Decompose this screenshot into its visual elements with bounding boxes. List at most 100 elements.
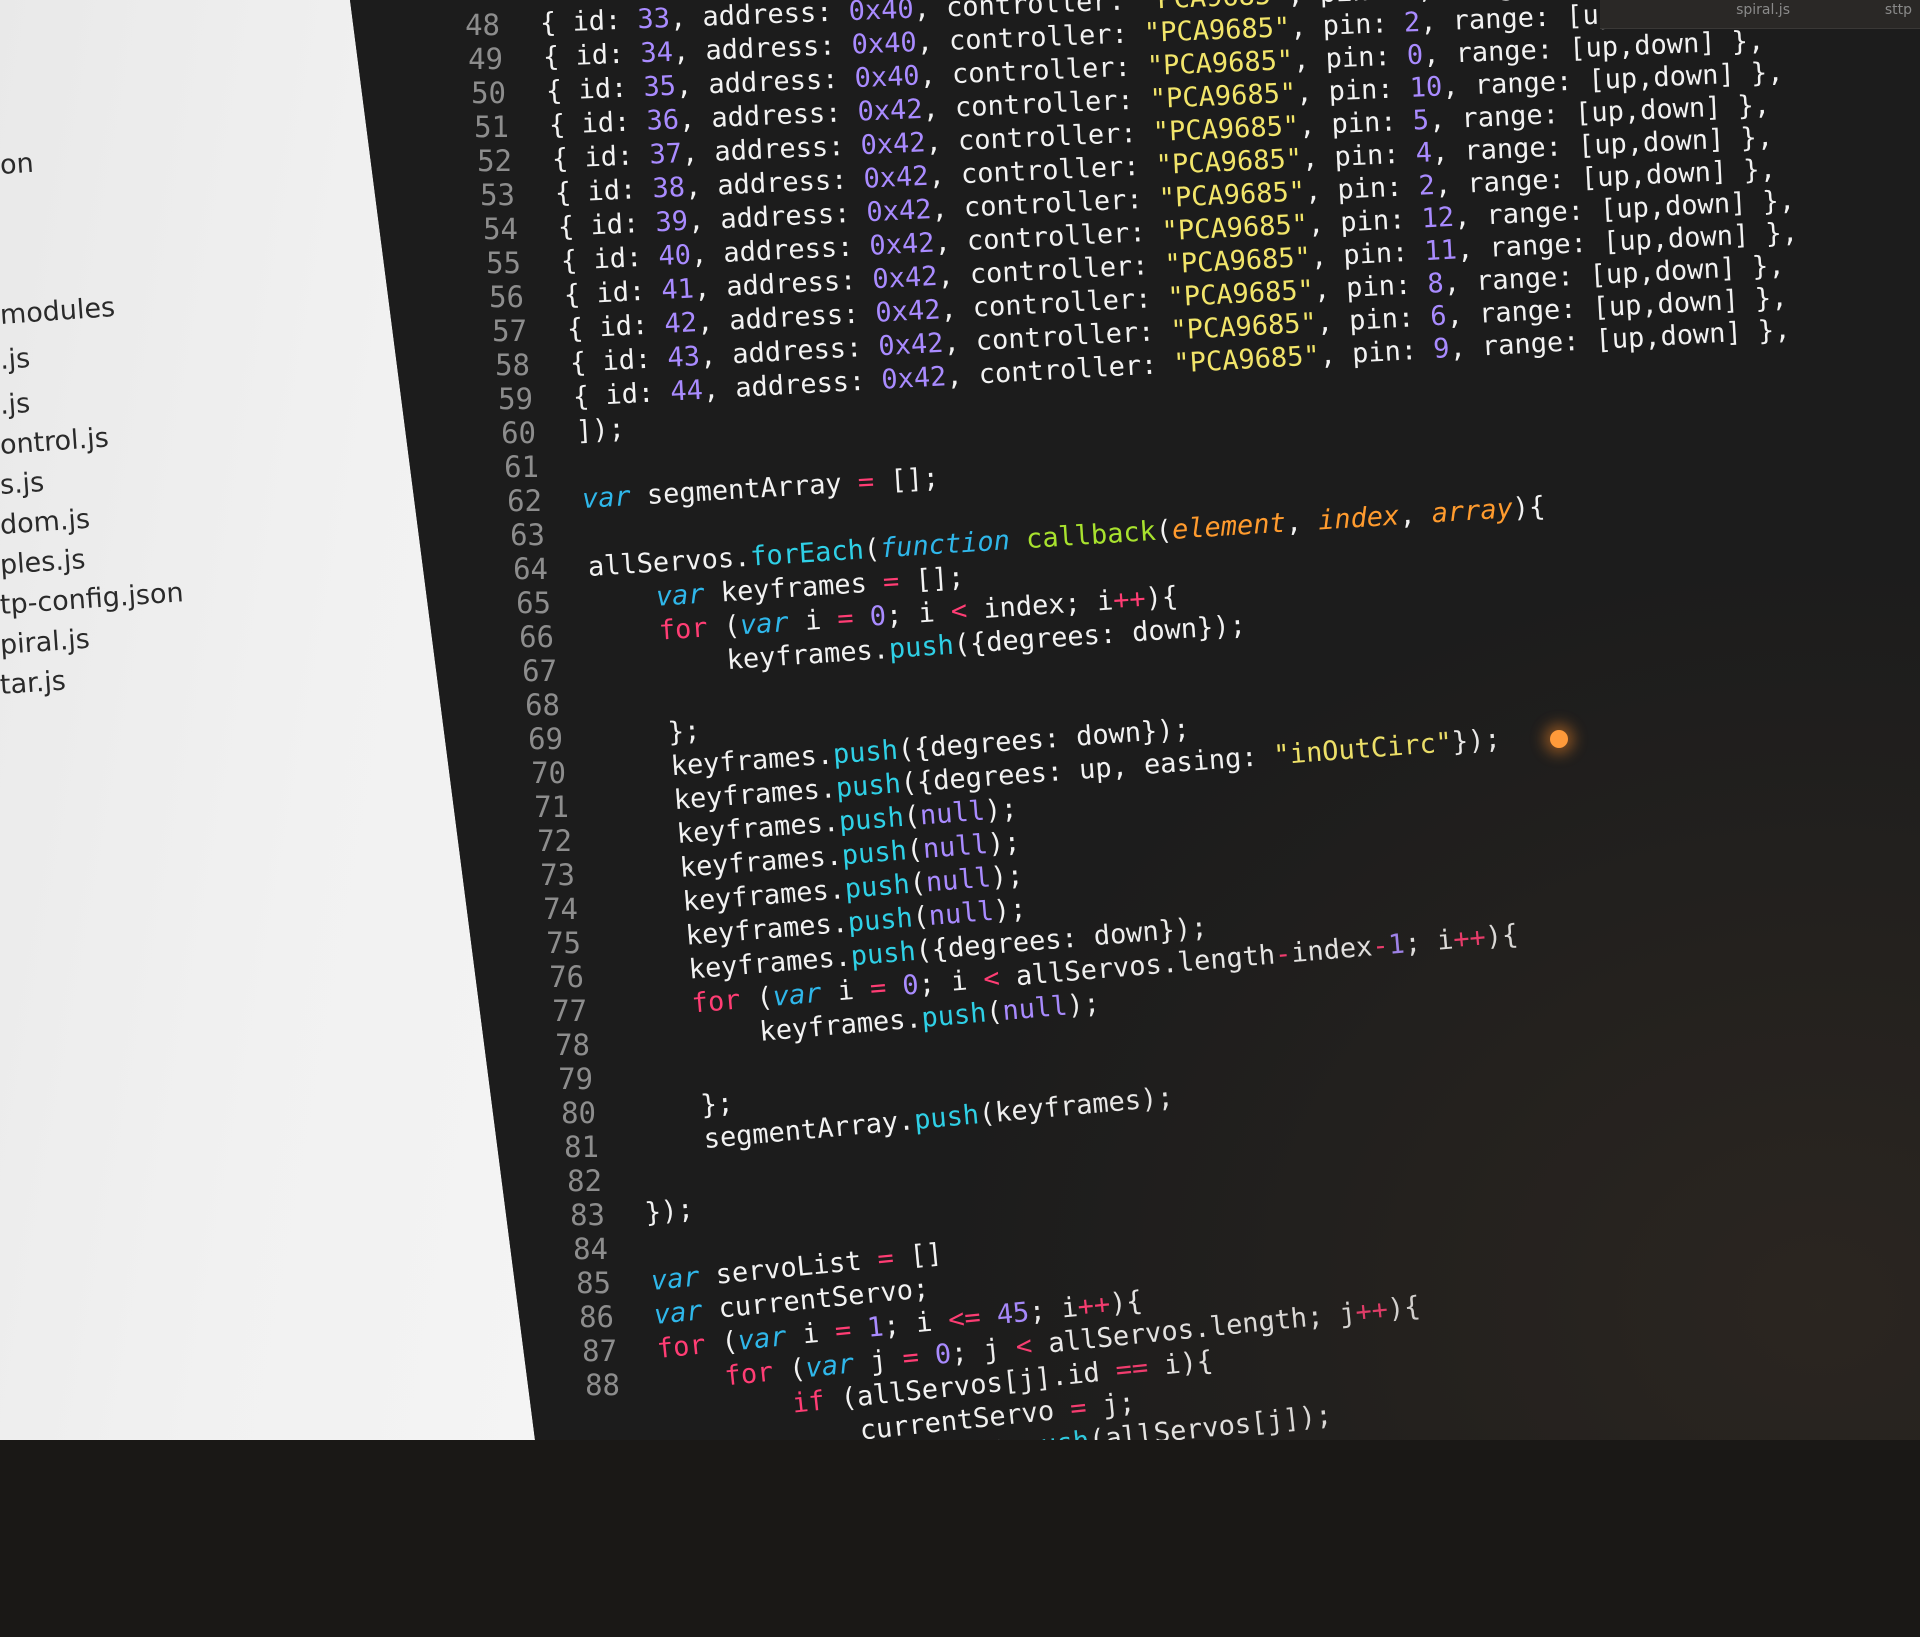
code-token: ++: [1076, 1288, 1112, 1323]
code-token: { id:: [545, 71, 645, 107]
code-token: (: [739, 981, 775, 1016]
code-token: 0x40: [853, 60, 921, 95]
code-token: } {}: [679, 1582, 893, 1637]
line-number: 56: [489, 280, 524, 314]
code-token: null: [921, 829, 989, 865]
code-token: "PCA9685": [1172, 340, 1321, 380]
code-token: (: [771, 1353, 808, 1388]
code-token: for: [723, 1356, 775, 1393]
code-token: push: [840, 835, 908, 872]
code-token: { id:: [557, 207, 657, 243]
code-token: var: [652, 1295, 705, 1331]
code-token: , pin:: [1301, 138, 1417, 175]
code-token: 11: [1423, 234, 1458, 268]
file-tree-item[interactable]: s.js: [0, 467, 45, 501]
code-token: push: [920, 997, 988, 1034]
code-token: , pin:: [1304, 170, 1420, 208]
code-token: 34: [639, 36, 674, 70]
code-token: id: [571, 5, 606, 38]
code-token: 2: [1403, 6, 1421, 39]
code-token: );: [989, 859, 1025, 894]
code-token: var: [771, 977, 823, 1013]
code-token: { id:: [563, 275, 663, 311]
code-token: element: [1171, 507, 1287, 546]
code-token: , address:: [690, 230, 871, 271]
code-token: 0: [1406, 39, 1424, 72]
file-tree-item[interactable]: ontrol.js: [0, 422, 110, 461]
code-token: null: [918, 795, 987, 832]
code-token: push: [912, 1099, 981, 1137]
code-token: , address:: [681, 130, 862, 170]
code-token: 38: [651, 172, 686, 205]
code-token: { id:: [560, 241, 660, 277]
code-token: push: [887, 629, 955, 666]
code-token: , pin:: [1312, 268, 1429, 306]
tab-sttp[interactable]: sttp: [1885, 2, 1912, 18]
code-token: (keyframes);: [977, 1081, 1175, 1131]
code-token: , pin:: [1289, 7, 1405, 44]
code-token: "PCA9685": [1163, 241, 1312, 281]
code-token: 10: [1409, 71, 1443, 104]
code-token: , pin:: [1292, 40, 1408, 76]
code-line[interactable]: var segmentArray = [];: [581, 462, 940, 515]
code-line[interactable]: });: [644, 1194, 695, 1229]
file-tree-item[interactable]: on: [0, 148, 35, 181]
code-token: { id:: [551, 139, 651, 175]
code-token: push: [831, 734, 899, 771]
code-token: push: [849, 935, 917, 973]
file-tree-item[interactable]: .js: [0, 388, 31, 421]
light-reflection-dot: [1550, 730, 1568, 748]
code-token: push: [846, 902, 914, 939]
file-tree-item[interactable]: tp-config.json: [0, 577, 185, 621]
code-token: index: [1317, 500, 1401, 537]
code-token: ; i: [917, 964, 985, 1001]
code-token: =: [856, 466, 876, 499]
code-line[interactable]: };: [635, 1087, 734, 1127]
code-token: 6: [1429, 300, 1448, 333]
code-token: [];: [873, 462, 940, 498]
code-token: { id:: [542, 38, 642, 73]
code-token: 45: [995, 1296, 1031, 1331]
code-token: ; i: [1027, 1292, 1080, 1328]
code-token: 0x42: [856, 93, 924, 128]
code-token: , address:: [675, 63, 856, 102]
file-tree-item[interactable]: .js: [0, 343, 31, 376]
code-editor[interactable]: 48 49 50 51 52 53 54 55 56 57 58 59 60 61 62 63 64 65 66 67…: [350, 0, 1920, 1440]
code-token: <: [949, 595, 969, 628]
code-token: "PCA9685": [1152, 110, 1300, 149]
file-tree-item[interactable]: modules: [0, 292, 116, 331]
code-line[interactable]: //console.log(currentServo);: [673, 1467, 1323, 1569]
code-line[interactable]: ]);: [575, 413, 625, 447]
line-number: 49: [468, 42, 503, 76]
code-token: 0: [868, 600, 888, 633]
tab-spiral-js[interactable]: spiral.js: [1736, 2, 1790, 18]
code-token: ; j: [949, 1331, 1018, 1370]
code-token: { id:: [548, 105, 648, 141]
file-tree-item[interactable]: tar.js: [0, 665, 67, 701]
code-token: index: [1289, 931, 1374, 970]
code-token: i: [784, 1316, 837, 1352]
code-line[interactable]: };: [602, 715, 702, 753]
code-token: forEach: [749, 534, 865, 573]
code-token: 5: [1412, 104, 1430, 137]
code-token: for: [690, 984, 742, 1020]
code-token: 36: [645, 104, 680, 137]
code-token: 35: [642, 70, 677, 103]
line-number: 50: [471, 76, 506, 110]
code-token: { id:: [554, 173, 654, 209]
file-tree-item[interactable]: dom.js: [0, 504, 91, 541]
file-tree-item[interactable]: piral.js: [0, 624, 91, 661]
code-token: ++: [1353, 1294, 1390, 1329]
code-token: 0x42: [877, 327, 945, 363]
code-token: , pin:: [1315, 301, 1432, 339]
code-token: );: [992, 893, 1028, 927]
code-token: (: [703, 1325, 740, 1361]
code-token: var: [736, 1321, 788, 1357]
file-tree-item[interactable]: ples.js: [0, 544, 86, 581]
code-token: { id:: [572, 376, 672, 413]
code-line[interactable]: } {}: [679, 1582, 892, 1636]
line-number: 53: [480, 178, 515, 212]
code-token: ){: [1386, 1290, 1422, 1325]
code-token: null: [927, 895, 995, 933]
